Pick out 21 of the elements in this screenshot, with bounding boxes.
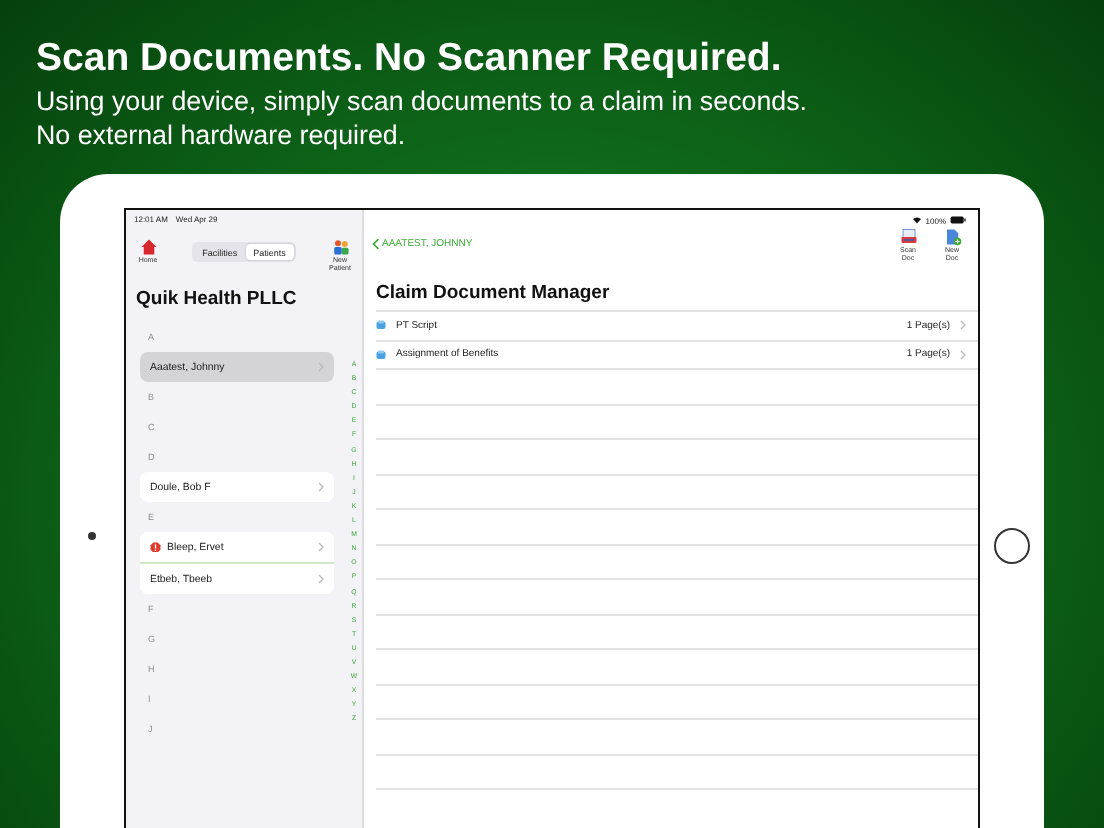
document-add-icon[interactable]	[943, 228, 961, 246]
wifi-icon	[911, 216, 922, 224]
home-icon[interactable]	[139, 238, 157, 256]
document-icon	[376, 320, 386, 331]
subtitle: Using your device, simply scan documents to a claim in seconds.	[36, 84, 810, 118]
home-button[interactable]	[994, 528, 1030, 564]
battery-icon	[950, 216, 966, 224]
camera-icon	[88, 532, 96, 540]
back-chevron-icon	[372, 238, 380, 250]
subtitle: No external hardware required.	[36, 118, 408, 152]
headline: Scan Documents. No Scanner Required.	[36, 34, 784, 84]
chevron-icon	[318, 482, 324, 492]
scanner-icon[interactable]	[899, 228, 917, 246]
chevron-icon	[318, 574, 324, 584]
chevron-icon	[960, 320, 966, 331]
chevron-icon	[318, 542, 324, 552]
people-icon[interactable]	[331, 238, 349, 256]
page-title: Claim Document Manager	[374, 282, 612, 308]
chevron-icon	[960, 349, 966, 360]
sidebar-title: Quik Health PLLC	[134, 288, 299, 314]
document-icon	[376, 349, 386, 360]
